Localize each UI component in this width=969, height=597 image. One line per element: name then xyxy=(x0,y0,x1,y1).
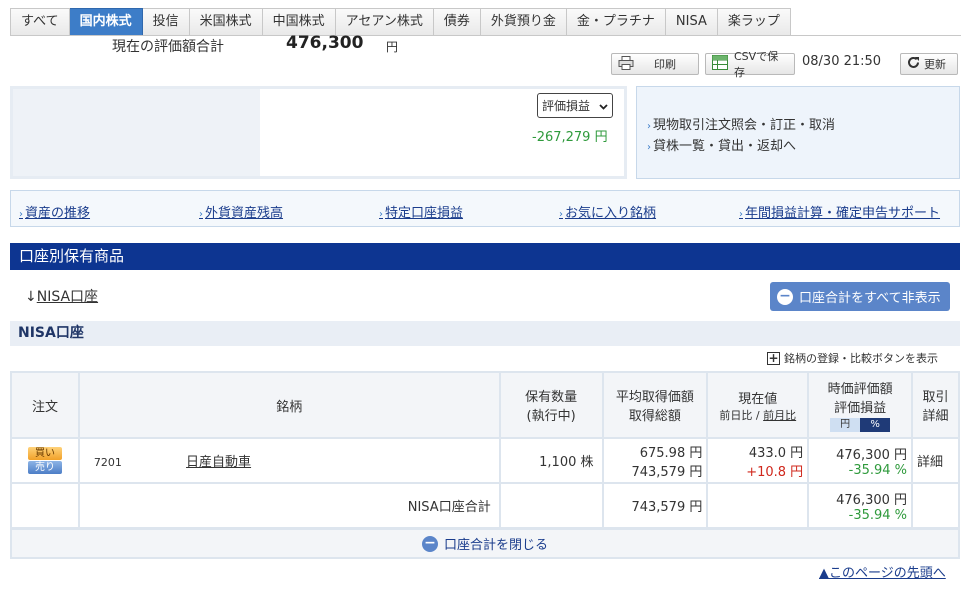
total-pnl-value: -267,279 円 xyxy=(532,130,608,145)
buy-button[interactable]: 買い xyxy=(27,447,62,460)
holdings-table: 注文 銘柄 保有数量 (執行中) 平均取得価額 取得総額 現在値 前日比 / 前月比… xyxy=(10,371,960,529)
print-label: 印刷 xyxy=(654,58,676,71)
tab-funds[interactable]: 投信 xyxy=(142,8,190,36)
price-cell: 433.0 円 +10.8 円 xyxy=(706,437,810,484)
tab-fx-deposits[interactable]: 外貨預り金 xyxy=(480,8,567,36)
order-inquiry-link[interactable]: › 現物取引注文照会・訂正・取消 xyxy=(647,114,835,133)
valuation-type-value: 評価損益 xyxy=(542,99,591,113)
market-value-cell: 476,300 円 -35.94 % xyxy=(807,437,914,484)
tab-bonds[interactable]: 債券 xyxy=(433,8,481,36)
stock-cell: 7201 日産自動車 xyxy=(77,437,501,484)
col-name: 銘柄 xyxy=(77,371,501,439)
total-valuation-value: 476,300 xyxy=(286,33,364,53)
table-header-row: 注文 銘柄 保有数量 (執行中) 平均取得価額 取得総額 現在値 前日比 / 前月比… xyxy=(10,371,960,439)
price-change-value: +10.8 円 xyxy=(746,464,804,480)
plus-icon: + xyxy=(767,350,780,365)
show-compare-buttons-link[interactable]: + 銘柄の登録・比較ボタンを表示 xyxy=(767,350,938,366)
page-top-link[interactable]: ▲このページの先頭へ xyxy=(819,562,946,581)
specified-account-pnl-link[interactable]: › 特定口座損益 xyxy=(379,202,463,221)
account-total-market-value: 476,300 円 xyxy=(836,492,908,508)
pnl-percent: -35.94 % xyxy=(848,462,908,478)
quantity-value: 1,100 株 xyxy=(498,437,604,484)
fx-balance-link[interactable]: › 外貨資産残高 xyxy=(199,202,283,221)
tab-asean-stocks[interactable]: アセアン株式 xyxy=(335,8,434,36)
valuation-type-select[interactable]: 評価損益 xyxy=(537,93,613,118)
tax-support-link[interactable]: › 年間損益計算・確定申告サポート xyxy=(739,202,940,221)
asset-history-link[interactable]: › 資産の推移 xyxy=(19,202,90,221)
close-account-total-button[interactable]: − 口座合計を閉じる xyxy=(10,528,960,559)
spreadsheet-icon xyxy=(712,55,728,73)
arrow-right-icon: › xyxy=(379,209,383,220)
csv-label: CSVで保存 xyxy=(734,50,779,79)
minus-circle-icon: − xyxy=(777,288,793,305)
col-quantity: 保有数量 (執行中) xyxy=(498,371,604,439)
total-valuation-unit: 円 xyxy=(386,40,399,54)
tab-gold-platinum[interactable]: 金・プラチナ xyxy=(566,8,666,36)
section-title: 口座別保有商品 xyxy=(10,243,960,270)
arrow-right-icon: › xyxy=(19,209,23,220)
table-row: 買い 売り 7201 日産自動車 1,100 株 675.98 円 743,57… xyxy=(10,437,960,484)
printer-icon xyxy=(618,55,634,73)
chevron-down-icon xyxy=(599,99,608,113)
refresh-button[interactable]: 更新 xyxy=(900,53,958,75)
toggle-yen[interactable]: 円 xyxy=(830,418,861,432)
tab-all[interactable]: すべて xyxy=(10,8,70,36)
total-row: NISA口座合計 743,579 円 476,300 円 -35.94 % xyxy=(10,482,960,529)
print-button[interactable]: 印刷 xyxy=(611,53,699,75)
tab-us-stocks[interactable]: 米国株式 xyxy=(189,8,263,36)
unit-toggle: 円% xyxy=(830,418,891,432)
tab-domestic-stocks[interactable]: 国内株式 xyxy=(69,8,143,36)
month-change-link[interactable]: 前月比 xyxy=(763,409,796,422)
col-detail: 取引 詳細 xyxy=(911,371,960,439)
col-market-value: 時価評価額 評価損益 円% xyxy=(807,371,914,439)
avg-price-cell: 675.98 円 743,579 円 xyxy=(601,437,709,484)
total-cost-value: 743,579 円 xyxy=(631,464,703,480)
stock-code: 7201 xyxy=(93,456,122,469)
col-order: 注文 xyxy=(10,371,80,439)
account-total-cost: 743,579 円 xyxy=(601,482,709,529)
account-total-value-cell: 476,300 円 -35.94 % xyxy=(807,482,914,529)
arrow-right-icon: › xyxy=(199,209,203,220)
current-price-value: 433.0 円 xyxy=(748,445,804,461)
day-change-label: 前日比 xyxy=(719,408,753,422)
order-links-panel: › 現物取引注文照会・訂正・取消 › 貸株一覧・貸出・返却へ xyxy=(636,86,960,179)
stock-name-link[interactable]: 日産自動車 xyxy=(186,455,251,470)
update-timestamp: 08/30 21:50 xyxy=(802,54,882,69)
account-header: NISA口座 xyxy=(10,321,960,346)
market-value: 476,300 円 xyxy=(836,447,908,463)
lending-list-link[interactable]: › 貸株一覧・貸出・返却へ xyxy=(647,135,796,154)
tab-nisa[interactable]: NISA xyxy=(665,8,718,36)
arrow-right-icon: › xyxy=(739,209,743,220)
sell-button[interactable]: 売り xyxy=(27,461,62,474)
toggle-percent[interactable]: % xyxy=(860,418,891,432)
nisa-jump-link[interactable]: ↓NISA口座 xyxy=(25,286,98,306)
total-valuation-label: 現在の評価額合計 xyxy=(112,39,224,55)
favorites-link[interactable]: › お気に入り銘柄 xyxy=(559,202,656,221)
minus-circle-icon: − xyxy=(421,535,438,552)
arrow-right-icon: › xyxy=(647,121,651,132)
csv-save-button[interactable]: CSVで保存 xyxy=(705,50,795,79)
detail-link[interactable]: 詳細 xyxy=(911,437,960,484)
arrow-down-icon: ↓ xyxy=(25,289,37,305)
refresh-label: 更新 xyxy=(924,58,946,71)
tab-rakuwrap[interactable]: 楽ラップ xyxy=(717,8,791,36)
refresh-icon xyxy=(907,56,920,72)
arrow-right-icon: › xyxy=(559,209,563,220)
col-current-price: 現在値 前日比 / 前月比 xyxy=(706,371,810,439)
account-total-pnl: -35.94 % xyxy=(848,507,908,523)
account-total-label: NISA口座合計 xyxy=(77,482,501,529)
tab-china-stocks[interactable]: 中国株式 xyxy=(262,8,336,36)
col-avg-price: 平均取得価額 取得総額 xyxy=(601,371,709,439)
order-cell: 買い 売り xyxy=(10,437,80,484)
quick-links-bar: › 資産の推移 › 外貨資産残高 › 特定口座損益 › お気に入り銘柄 › 年間損益計算・… xyxy=(10,190,960,227)
asset-tabs: すべて 国内株式 投信 米国株式 中国株式 アセアン株式 債券 外貨預り金 金・… xyxy=(10,8,791,36)
arrow-right-icon: › xyxy=(647,142,651,153)
avg-price-value: 675.98 円 xyxy=(639,445,703,461)
hide-all-totals-button[interactable]: − 口座合計をすべて非表示 xyxy=(770,282,950,311)
